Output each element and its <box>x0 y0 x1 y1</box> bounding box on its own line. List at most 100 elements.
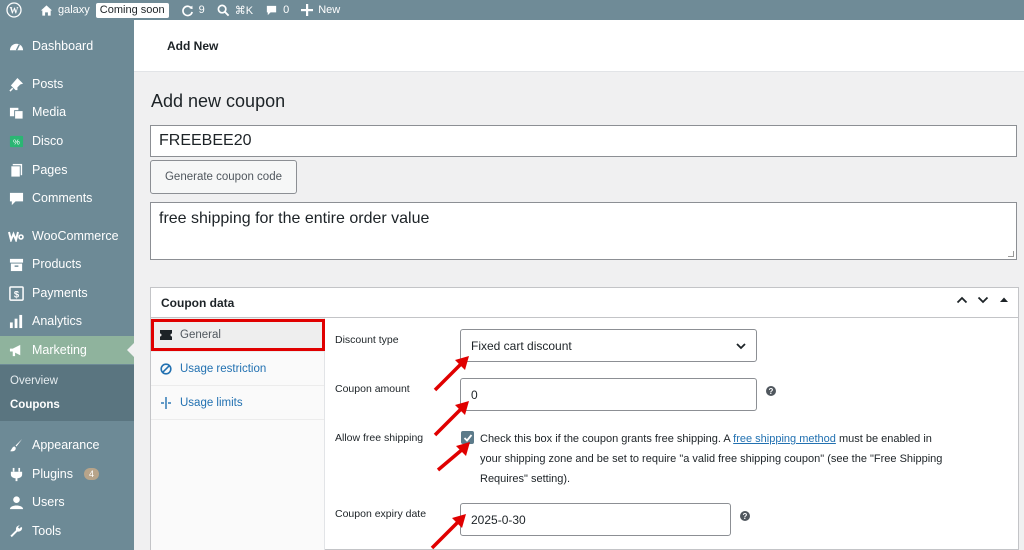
ban-icon <box>160 362 172 375</box>
free-shipping-description: Check this box if the coupon grants free… <box>480 429 950 489</box>
sidebar-item-label: Tools <box>32 524 62 538</box>
tab-general[interactable]: General <box>151 318 324 352</box>
svg-text:$: $ <box>13 289 19 299</box>
sidebar-item-woocommerce[interactable]: WooCommerce <box>0 222 134 250</box>
coupon-amount-label: Coupon amount <box>335 383 410 395</box>
pin-icon <box>8 76 24 92</box>
move-down-icon[interactable] <box>977 294 989 309</box>
help-icon[interactable]: ? <box>740 511 750 521</box>
site-name-link[interactable]: galaxy <box>28 0 96 20</box>
expiry-date-label: Coupon expiry date <box>335 508 427 520</box>
sidebar-item-label: Posts <box>32 77 64 91</box>
tab-usage-restriction[interactable]: Usage restriction <box>151 352 324 386</box>
coupon-code-input[interactable] <box>150 125 1017 157</box>
description-text: free shipping for the entire order value <box>159 210 430 227</box>
comment-icon <box>8 190 24 206</box>
bar-chart-icon <box>8 313 24 329</box>
sidebar-item-label: Appearance <box>32 438 100 452</box>
sidebar-item-label: Disco <box>32 134 64 148</box>
expiry-date-value: 2025-0-30 <box>471 512 526 527</box>
media-icon <box>8 104 24 120</box>
sidebar-item-tools[interactable]: Tools <box>0 517 134 545</box>
new-content-link[interactable]: New <box>295 0 346 20</box>
plus-icon <box>301 4 314 16</box>
megaphone-icon <box>8 342 24 358</box>
sidebar-item-label: Pages <box>32 163 68 177</box>
sidebar-item-label: Payments <box>32 286 88 300</box>
sidebar-item-label: Media <box>32 105 67 119</box>
sidebar-item-label: Comments <box>32 191 93 205</box>
discount-type-label: Discount type <box>335 334 399 346</box>
panel-header: Coupon data <box>151 288 1018 318</box>
help-icon[interactable]: ? <box>766 386 776 396</box>
sidebar-item-products[interactable]: Products <box>0 250 134 278</box>
sidebar-item-analytics[interactable]: Analytics <box>0 307 134 335</box>
page-header: Add New <box>134 20 1024 72</box>
sidebar-item-label: Dashboard <box>32 39 94 53</box>
expiry-date-input[interactable]: 2025-0-30 <box>460 503 731 536</box>
sidebar-item-label: Users <box>32 495 65 509</box>
free-shipping-checkbox[interactable] <box>461 431 474 444</box>
resize-handle[interactable] <box>1008 251 1014 257</box>
sidebar-item-plugins[interactable]: Plugins 4 <box>0 460 134 488</box>
coupon-tabs: General Usage restriction Usage limits <box>151 318 325 550</box>
discount-type-value: Fixed cart discount <box>471 338 572 353</box>
sidebar-item-appearance[interactable]: Appearance <box>0 431 134 459</box>
coupon-description-field[interactable]: free shipping for the entire order value <box>150 202 1017 260</box>
plugins-update-count: 4 <box>84 468 100 480</box>
sidebar-item-posts[interactable]: Posts <box>0 70 134 98</box>
marketing-submenu: Overview Coupons <box>0 365 134 421</box>
free-shipping-method-link[interactable]: free shipping method <box>733 433 836 445</box>
sidebar-item-label: Analytics <box>32 314 83 328</box>
sidebar-item-disco[interactable]: % Disco <box>0 127 134 155</box>
header-title: Add New <box>167 39 219 53</box>
admin-sidebar: Dashboard Posts Media % Disco Pages Comm… <box>0 20 134 550</box>
page-title: Add new coupon <box>151 91 286 111</box>
comments-link[interactable]: 0 <box>259 0 295 20</box>
sidebar-item-label: Marketing <box>32 343 87 357</box>
discount-type-select[interactable]: Fixed cart discount <box>460 329 757 362</box>
coming-soon-badge[interactable]: Coming soon <box>95 0 175 20</box>
ticket-icon <box>160 329 172 341</box>
comments-count: 0 <box>283 4 290 16</box>
user-icon <box>8 494 24 510</box>
tab-label: Usage limits <box>180 396 243 409</box>
sidebar-item-comments[interactable]: Comments <box>0 184 134 212</box>
search-shortcut[interactable]: ⌘K <box>211 0 259 20</box>
panel-title: Coupon data <box>161 296 235 310</box>
svg-text:%: % <box>13 137 20 146</box>
tab-label: General <box>180 328 221 341</box>
coupon-amount-value: 0 <box>471 387 478 402</box>
brush-icon <box>8 437 24 453</box>
sidebar-item-dashboard[interactable]: Dashboard <box>0 32 134 60</box>
updates-count: 9 <box>198 4 205 16</box>
sidebar-item-media[interactable]: Media <box>0 98 134 126</box>
wrench-icon <box>8 523 24 539</box>
submenu-item-coupons[interactable]: Coupons <box>10 399 60 411</box>
dollar-icon: $ <box>8 285 24 301</box>
sidebar-item-pages[interactable]: Pages <box>0 156 134 184</box>
sidebar-item-label: WooCommerce <box>32 229 119 243</box>
woo-icon <box>8 228 24 244</box>
submenu-item-overview[interactable]: Overview <box>10 375 58 387</box>
tab-usage-limits[interactable]: Usage limits <box>151 386 324 420</box>
status-badge: Coming soon <box>95 2 169 18</box>
wordpress-icon: W <box>6 2 22 18</box>
comment-icon <box>266 5 277 15</box>
archive-icon <box>8 256 24 272</box>
generate-coupon-button[interactable]: Generate coupon code <box>150 160 297 194</box>
sidebar-item-users[interactable]: Users <box>0 488 134 516</box>
updates-link[interactable]: 9 <box>175 0 211 20</box>
sidebar-item-payments[interactable]: $ Payments <box>0 279 134 307</box>
sidebar-item-marketing[interactable]: Marketing <box>0 336 134 364</box>
move-up-icon[interactable] <box>956 294 968 309</box>
sidebar-item-label: Plugins <box>32 467 73 481</box>
wordpress-logo-button[interactable]: W <box>0 0 28 20</box>
coupon-data-panel: Coupon data General Usage restriction Us… <box>150 287 1019 550</box>
admin-bar: W galaxy Coming soon 9 ⌘K 0 New <box>0 0 1024 20</box>
collapse-toggle-icon[interactable] <box>999 294 1009 309</box>
limits-icon <box>160 396 172 409</box>
coupon-amount-input[interactable]: 0 <box>460 378 757 411</box>
disco-icon: % <box>8 133 24 149</box>
free-shipping-text-before: Check this box if the coupon grants free… <box>480 433 734 445</box>
